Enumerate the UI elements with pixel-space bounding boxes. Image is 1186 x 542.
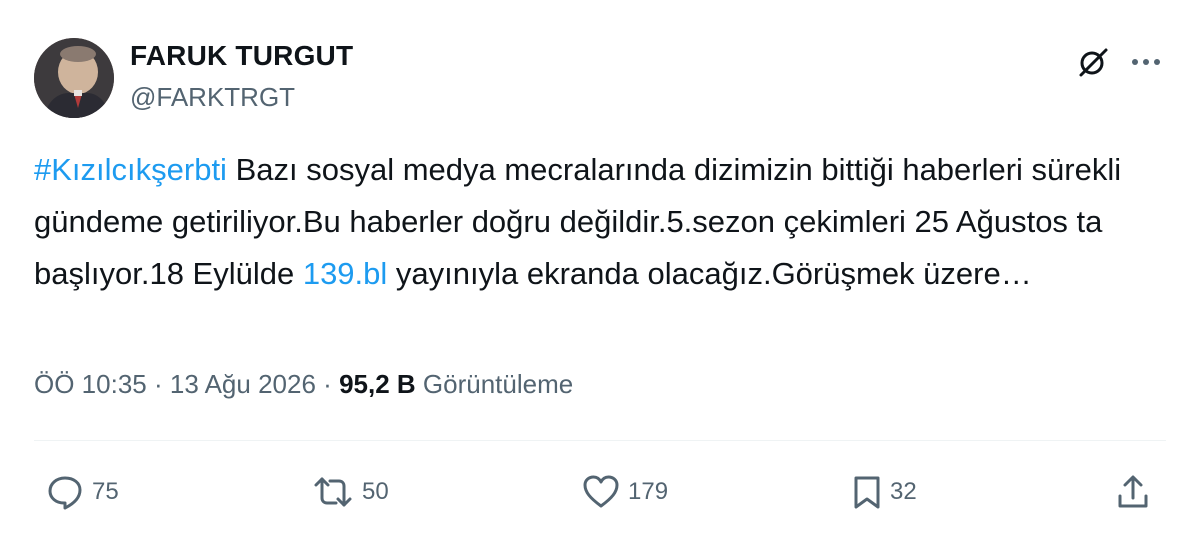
- repost-count: 50: [362, 478, 389, 505]
- grok-icon[interactable]: [1075, 44, 1111, 80]
- author-name[interactable]: FARUK TURGUT: [130, 40, 353, 72]
- views-count: 95,2 B: [339, 369, 416, 399]
- share-icon: [1118, 475, 1148, 508]
- tweet-meta: ÖÖ 10:35 · 13 Ağu 2026 · 95,2 B Görüntül…: [34, 369, 573, 400]
- url-link[interactable]: 139.bl: [303, 256, 387, 291]
- tweet-date[interactable]: 13 Ağu 2026: [170, 369, 316, 399]
- author-handle[interactable]: @FARKTRGT: [130, 82, 295, 113]
- tweet-time[interactable]: ÖÖ 10:35: [34, 369, 147, 399]
- tweet-text: #Kızılcıkşerbti Bazı sosyal medya mecral…: [34, 144, 1164, 300]
- repost-icon: [314, 477, 352, 507]
- more-options-icon[interactable]: [1128, 44, 1164, 80]
- reply-button[interactable]: 75: [46, 470, 119, 514]
- meta-separator: ·: [323, 369, 332, 399]
- bookmark-button[interactable]: 32: [852, 470, 917, 514]
- heart-icon: [583, 475, 619, 508]
- meta-separator: ·: [153, 369, 163, 399]
- views-label: Görüntüleme: [422, 369, 574, 399]
- bookmark-icon: [854, 476, 880, 509]
- avatar[interactable]: [34, 38, 114, 118]
- divider: [34, 440, 1166, 441]
- like-count: 179: [628, 478, 669, 505]
- reply-icon: [48, 476, 82, 510]
- share-button[interactable]: [1116, 470, 1150, 514]
- reply-count: 75: [92, 478, 119, 505]
- repost-button[interactable]: 50: [312, 470, 389, 514]
- tweet-text-part: yayınıyla ekranda olacağız.Görüşmek üzer…: [387, 256, 1032, 291]
- tweet-card: FARUK TURGUT @FARKTRGT #Kızılcıkşerbti B…: [0, 0, 1186, 542]
- bookmark-count: 32: [890, 478, 917, 505]
- avatar-photo: [34, 38, 114, 118]
- like-button[interactable]: 179: [582, 470, 668, 514]
- hashtag-link[interactable]: #Kızılcıkşerbti: [34, 152, 227, 187]
